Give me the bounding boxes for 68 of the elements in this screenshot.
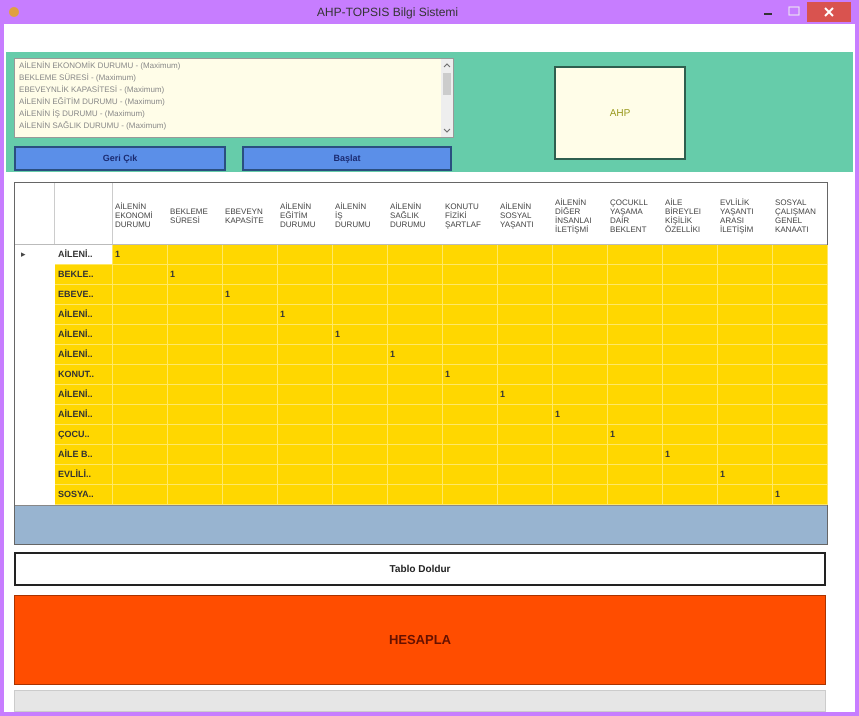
row-header[interactable]: AİLENİ.. [55,385,113,405]
cell-value: 1 [555,408,560,421]
fill-table-button[interactable]: Tablo Doldur [14,552,826,586]
cell-value: 1 [280,308,286,321]
cell-value: 1 [225,288,230,301]
calculate-button[interactable]: HESAPLA [14,595,826,685]
row-header[interactable]: SOSYA.. [55,485,113,505]
list-item[interactable]: AİLENİN İŞ DURUMU - (Maximum) [19,108,437,120]
window-title: AHP-TOPSIS Bilgi Sistemi [316,4,460,21]
table-cell[interactable]: 1 [223,285,278,305]
column-header[interactable]: EBEVEYN KAPASİTE [223,183,278,244]
table-cell[interactable]: 1 [443,365,498,385]
row-header[interactable]: AİLENİ.. [55,245,113,265]
table-cell[interactable]: 1 [608,425,663,445]
cell-value: 1 [500,388,506,401]
row-header[interactable]: EVLİLİ.. [55,465,113,485]
column-header[interactable]: AİLE BİREYLEI KİŞİLİK ÖZELLİKI [663,183,718,244]
row-header[interactable]: EBEVE.. [55,285,113,305]
cell-value: 1 [115,248,120,261]
column-header[interactable]: BEKLEME SÜRESİ [168,183,223,244]
cell-value: 1 [170,268,176,281]
column-header[interactable]: SOSYAL ÇALIŞMAN GENEL KANAATI [773,183,828,244]
row-header[interactable]: AİLENİ.. [55,405,113,425]
ahp-label: AHP [610,106,630,120]
scrollbar[interactable] [441,59,453,137]
row-header[interactable]: AİLENİ.. [55,305,113,325]
table-cell[interactable]: 1 [718,465,773,485]
column-header[interactable]: AİLENİN EĞİTİM DURUMU [278,183,333,244]
table-cell[interactable]: 1 [278,305,333,325]
table-cell[interactable]: 1 [388,345,443,365]
cell-value: 1 [335,328,340,341]
column-header[interactable]: KONUTU FİZİKİ ŞARTLAF [443,183,498,244]
criteria-listbox[interactable]: AİLENİN EKONOMİK DURUMU - (Maximum) BEKLEME SÜRESİ - (Maximum) EBEVEYNLİK KAPASİTESİ - (Maximum) AİLENİN EĞİTİM DURUMU - (Maximum) AİLENİN İŞ DURUMU - (Maximum) AİLENİN SAĞLIK DURUMU - (Maximum) [14,58,454,138]
app-icon [8,6,20,18]
cell-value: 1 [390,348,396,361]
table-cell[interactable]: 1 [168,265,223,285]
cell-value: 1 [720,468,726,481]
close-icon[interactable] [807,2,851,22]
list-item[interactable]: AİLENİN EĞİTİM DURUMU - (Maximum) [19,96,437,108]
column-header[interactable]: AİLENİN DİĞER İNSANLAI İLETİŞMİ [553,183,608,244]
cell-value: 1 [610,428,616,441]
current-row-marker: ▸ [21,248,26,262]
list-item[interactable]: EBEVEYNLİK KAPASİTESİ - (Maximum) [19,84,437,96]
column-header[interactable]: ÇOCUKLL YAŞAMA DAİR BEKLENT [608,183,663,244]
row-header[interactable]: BEKLE.. [55,265,113,285]
table-cell[interactable]: 1 [498,385,553,405]
row-header[interactable]: AİLENİ.. [55,325,113,345]
column-header[interactable]: AİLENİN İŞ DURUMU [333,183,388,244]
list-item[interactable]: AİLENİN SAĞLIK DURUMU - (Maximum) [19,120,437,132]
column-header[interactable]: EVLİLİK YAŞANTI ARASI İLETİŞİM [718,183,773,244]
row-header[interactable]: AİLE B.. [55,445,113,465]
table-cell[interactable]: 1 [553,405,608,425]
back-button[interactable]: Geri Çık [14,146,226,171]
cell-value: 1 [775,488,780,501]
column-header[interactable]: AİLENİN SAĞLIK DURUMU [388,183,443,244]
cell-value: 1 [445,368,450,381]
table-cell[interactable]: 1 [333,325,388,345]
list-item[interactable]: BEKLEME SÜRESİ - (Maximum) [19,72,437,84]
column-header[interactable]: AİLENİN SOSYAL YAŞANTI [498,183,553,244]
row-header[interactable]: KONUT.. [55,365,113,385]
column-header[interactable]: AİLENİN EKONOMİ DURUMU [113,183,168,244]
row-header[interactable]: AİLENİ.. [55,345,113,365]
cell-value: 1 [665,448,670,461]
table-cell[interactable]: 1 [663,445,718,465]
table-cell[interactable]: 1 [773,485,828,505]
row-header[interactable]: ÇOCU.. [55,425,113,445]
start-button[interactable]: Başlat [242,146,452,171]
table-cell[interactable]: 1 [113,245,168,265]
